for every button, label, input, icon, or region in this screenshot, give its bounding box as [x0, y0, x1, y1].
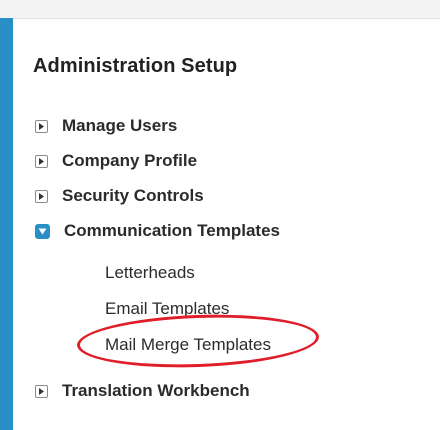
expand-triangle-icon[interactable]: [35, 384, 48, 398]
nav-item-manage-users[interactable]: Manage Users: [35, 114, 177, 138]
sub-item-email-templates[interactable]: Email Templates: [105, 299, 229, 319]
nav-item-label: Translation Workbench: [62, 381, 250, 400]
collapse-triangle-icon[interactable]: [35, 223, 50, 239]
sub-item-mail-merge-templates[interactable]: Mail Merge Templates: [105, 335, 271, 355]
expand-triangle-icon[interactable]: [35, 119, 48, 133]
panel-title: Administration Setup: [33, 55, 238, 77]
admin-setup-panel: Administration Setup Manage Users Compan…: [13, 19, 440, 430]
nav-item-translation-workbench[interactable]: Translation Workbench: [35, 379, 250, 403]
left-accent-rail: [0, 18, 13, 430]
nav-item-company-profile[interactable]: Company Profile: [35, 149, 197, 173]
top-bar: [0, 0, 440, 19]
nav-item-label: Company Profile: [62, 151, 198, 170]
expand-triangle-icon[interactable]: [35, 189, 48, 203]
expand-triangle-icon[interactable]: [35, 154, 48, 168]
nav-item-label: Security Controls: [62, 186, 204, 205]
nav-item-security-controls[interactable]: Security Controls: [35, 184, 204, 208]
sub-item-letterheads[interactable]: Letterheads: [105, 263, 195, 283]
nav-item-communication-templates[interactable]: Communication Templates: [35, 219, 280, 243]
nav-item-label: Manage Users: [62, 116, 178, 135]
screenshot-frame: Administration Setup Manage Users Compan…: [0, 0, 440, 430]
nav-item-label: Communication Templates: [64, 221, 280, 240]
